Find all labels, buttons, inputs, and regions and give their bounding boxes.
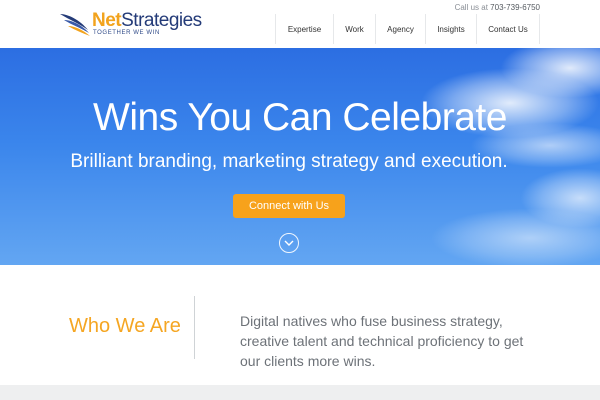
scroll-down-button[interactable] [279, 233, 299, 253]
hero-title: Wins You Can Celebrate [93, 96, 507, 139]
phone-number[interactable]: 703-739-6750 [490, 3, 540, 12]
hero-banner: Wins You Can Celebrate Brilliant brandin… [0, 48, 600, 265]
cloud-decoration [430, 208, 600, 265]
call-us-label: Call us at [454, 3, 488, 12]
connect-button[interactable]: Connect with Us [233, 194, 345, 218]
who-we-are-section: Who We Are Digital natives who fuse busi… [0, 265, 600, 385]
section-divider [194, 296, 195, 359]
brand-name: NetStrategies [92, 11, 202, 31]
brand-tagline: TOGETHER WE WIN [93, 30, 160, 36]
nav-item-expertise[interactable]: Expertise [275, 14, 333, 44]
wings-logo-icon [60, 14, 90, 36]
brand-name-part1: Net [92, 10, 122, 31]
nav-item-insights[interactable]: Insights [425, 14, 476, 44]
who-we-are-title: Who We Are [69, 315, 181, 337]
nav-item-contact-us[interactable]: Contact Us [476, 14, 540, 44]
nav-item-work[interactable]: Work [333, 14, 375, 44]
hero-subtitle: Brilliant branding, marketing strategy a… [70, 151, 508, 172]
next-section-strip [0, 385, 600, 400]
chevron-down-icon [284, 240, 294, 246]
logo[interactable]: NetStrategies TOGETHER WE WIN [58, 8, 202, 40]
main-nav: Expertise Work Agency Insights Contact U… [275, 14, 540, 44]
who-we-are-text: Digital natives who fuse business strate… [240, 313, 524, 369]
contact-phone-line: Call us at 703-739-6750 [455, 3, 540, 12]
brand-name-part2: Strategies [121, 10, 202, 31]
site-header: NetStrategies TOGETHER WE WIN Call us at… [0, 0, 600, 48]
nav-item-agency[interactable]: Agency [375, 14, 425, 44]
